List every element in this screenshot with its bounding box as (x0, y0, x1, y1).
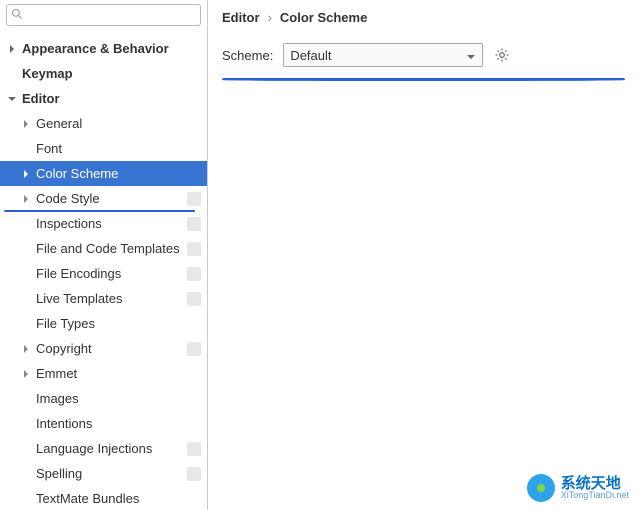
project-badge-icon (187, 267, 201, 281)
sidebar-item-intentions[interactable]: Intentions (0, 411, 207, 436)
sidebar-item-copyright[interactable]: Copyright (0, 336, 207, 361)
sidebar-item-emmet[interactable]: Emmet (0, 361, 207, 386)
arrow-spacer (20, 443, 32, 455)
sidebar-item-code-style[interactable]: Code Style (0, 186, 207, 211)
chevron-right-icon (20, 118, 32, 130)
arrow-spacer (20, 418, 32, 430)
chevron-down-icon (466, 50, 476, 60)
sidebar-item-live-templates[interactable]: Live Templates (0, 286, 207, 311)
sidebar-item-label: TextMate Bundles (36, 491, 201, 506)
sidebar-item-label: General (36, 116, 201, 131)
sidebar-item-images[interactable]: Images (0, 386, 207, 411)
project-badge-icon (187, 292, 201, 306)
watermark-text: 系统天地 XiTongTianDi.net (561, 476, 629, 500)
arrow-spacer (20, 293, 32, 305)
scheme-select[interactable]: Default (283, 43, 483, 67)
project-badge-icon (187, 242, 201, 256)
project-badge-icon (187, 217, 201, 231)
arrow-spacer (20, 493, 32, 505)
chevron-right-icon (20, 368, 32, 380)
sidebar-item-label: Appearance & Behavior (22, 41, 201, 56)
watermark-en: XiTongTianDi.net (561, 491, 629, 500)
project-badge-icon (187, 192, 201, 206)
scheme-select-value: Default (290, 48, 331, 63)
chevron-right-icon (20, 193, 32, 205)
sidebar-item-label: Spelling (36, 466, 183, 481)
arrow-spacer (20, 468, 32, 480)
sidebar-item-file-code-templates[interactable]: File and Code Templates (0, 236, 207, 261)
project-badge-icon (187, 342, 201, 356)
chevron-right-icon (6, 43, 18, 55)
sidebar-item-file-encodings[interactable]: File Encodings (0, 261, 207, 286)
settings-sidebar: Appearance & Behavior Keymap Editor Gene… (0, 0, 208, 510)
breadcrumb: Editor › Color Scheme (222, 8, 623, 43)
sidebar-item-keymap[interactable]: Keymap (0, 61, 207, 86)
breadcrumb-separator-icon: › (268, 10, 272, 25)
search-box (6, 4, 201, 26)
sidebar-item-label: File Encodings (36, 266, 183, 281)
sidebar-item-inspections[interactable]: Inspections (0, 211, 207, 236)
watermark-logo-icon (527, 474, 555, 502)
sidebar-item-textmate-bundles[interactable]: TextMate Bundles (0, 486, 207, 510)
annotation-underline (222, 78, 625, 81)
chevron-down-icon (6, 93, 18, 105)
sidebar-item-appearance-behavior[interactable]: Appearance & Behavior (0, 36, 207, 61)
search-row (0, 0, 207, 32)
arrow-spacer (6, 68, 18, 80)
sidebar-item-label: Emmet (36, 366, 201, 381)
sidebar-item-color-scheme[interactable]: Color Scheme (0, 161, 207, 186)
settings-tree: Appearance & Behavior Keymap Editor Gene… (0, 32, 207, 510)
sidebar-item-label: Copyright (36, 341, 183, 356)
sidebar-item-spelling[interactable]: Spelling (0, 461, 207, 486)
arrow-spacer (20, 318, 32, 330)
sidebar-item-label: Font (36, 141, 201, 156)
arrow-spacer (20, 268, 32, 280)
arrow-spacer (20, 243, 32, 255)
arrow-spacer (20, 143, 32, 155)
sidebar-item-label: Intentions (36, 416, 201, 431)
sidebar-item-label: File and Code Templates (36, 241, 183, 256)
sidebar-item-label: Editor (22, 91, 201, 106)
sidebar-item-file-types[interactable]: File Types (0, 311, 207, 336)
sidebar-item-label: Keymap (22, 66, 201, 81)
sidebar-item-editor[interactable]: Editor (0, 86, 207, 111)
sidebar-item-label: Language Injections (36, 441, 183, 456)
sidebar-item-label: Code Style (36, 191, 183, 206)
sidebar-item-font[interactable]: Font (0, 136, 207, 161)
breadcrumb-part[interactable]: Editor (222, 10, 260, 25)
sidebar-item-label: Live Templates (36, 291, 183, 306)
chevron-right-icon (20, 168, 32, 180)
project-badge-icon (187, 467, 201, 481)
arrow-spacer (20, 393, 32, 405)
project-badge-icon (187, 442, 201, 456)
sidebar-item-general[interactable]: General (0, 111, 207, 136)
chevron-right-icon (20, 343, 32, 355)
breadcrumb-part: Color Scheme (280, 10, 367, 25)
watermark-cn: 系统天地 (561, 476, 629, 491)
sidebar-item-label: Inspections (36, 216, 183, 231)
scheme-label: Scheme: (222, 48, 273, 63)
scheme-row: Scheme: Default (222, 43, 623, 67)
main-panel: Editor › Color Scheme Scheme: Default 系统… (208, 0, 637, 510)
sidebar-item-label: Color Scheme (36, 166, 201, 181)
sidebar-item-language-injections[interactable]: Language Injections (0, 436, 207, 461)
watermark: 系统天地 XiTongTianDi.net (527, 474, 629, 502)
sidebar-item-label: File Types (36, 316, 201, 331)
gear-icon[interactable] (493, 46, 511, 64)
search-input[interactable] (6, 4, 201, 26)
arrow-spacer (20, 218, 32, 230)
sidebar-item-label: Images (36, 391, 201, 406)
